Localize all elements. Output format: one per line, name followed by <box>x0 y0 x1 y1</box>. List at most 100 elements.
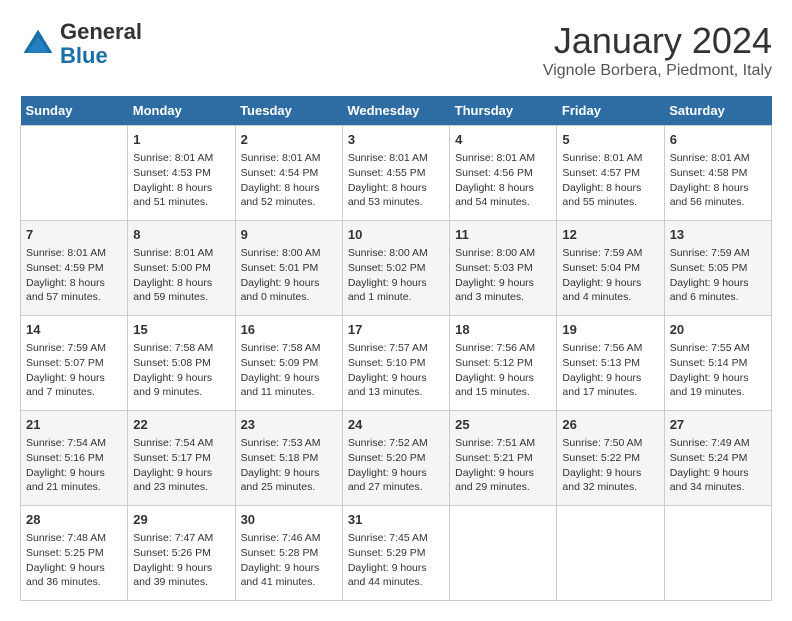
day-info: Sunrise: 7:54 AMSunset: 5:16 PMDaylight:… <box>26 436 122 495</box>
day-info: Sunrise: 7:51 AMSunset: 5:21 PMDaylight:… <box>455 436 551 495</box>
day-number: 19 <box>562 321 658 339</box>
calendar-cell: 25 Sunrise: 7:51 AMSunset: 5:21 PMDayligh… <box>450 411 557 506</box>
week-row-5: 28Sunrise: 7:48 AMSunset: 5:25 PMDayligh… <box>21 506 772 601</box>
day-number: 31 <box>348 511 444 529</box>
day-info: Sunrise: 7:49 AMSunset: 5:24 PMDaylight:… <box>670 436 766 495</box>
day-number: 18 <box>455 321 551 339</box>
calendar-cell: 9 Sunrise: 8:00 AMSunset: 5:01 PMDaylight… <box>235 221 342 316</box>
week-row-4: 21 Sunrise: 7:54 AMSunset: 5:16 PMDayligh… <box>21 411 772 506</box>
day-number: 25 <box>455 416 551 434</box>
day-info: Sunrise: 7:45 AMSunset: 5:29 PMDaylight:… <box>348 531 444 590</box>
col-header-monday: Monday <box>128 96 235 126</box>
calendar-cell: 7 Sunrise: 8:01 AMSunset: 4:59 PMDaylight… <box>21 221 128 316</box>
location: Vignole Borbera, Piedmont, Italy <box>543 62 772 80</box>
calendar-cell: 3 Sunrise: 8:01 AMSunset: 4:55 PMDaylight… <box>342 126 449 221</box>
calendar-cell: 6 Sunrise: 8:01 AMSunset: 4:58 PMDaylight… <box>664 126 771 221</box>
day-number: 9 <box>241 226 337 244</box>
calendar-cell: 10Sunrise: 8:00 AMSunset: 5:02 PMDayligh… <box>342 221 449 316</box>
day-number: 29 <box>133 511 229 529</box>
day-info: Sunrise: 7:57 AMSunset: 5:10 PMDaylight:… <box>348 341 444 400</box>
logo-general: General <box>60 19 142 44</box>
day-info: Sunrise: 7:55 AMSunset: 5:14 PMDaylight:… <box>670 341 766 400</box>
day-info: Sunrise: 7:59 AMSunset: 5:07 PMDaylight:… <box>26 341 122 400</box>
day-number: 30 <box>241 511 337 529</box>
day-info: Sunrise: 7:54 AMSunset: 5:17 PMDaylight:… <box>133 436 229 495</box>
day-info: Sunrise: 7:56 AMSunset: 5:12 PMDaylight:… <box>455 341 551 400</box>
day-info: Sunrise: 8:01 AMSunset: 4:57 PMDaylight:… <box>562 151 658 210</box>
col-header-thursday: Thursday <box>450 96 557 126</box>
logo-blue: Blue <box>60 43 108 68</box>
calendar-cell <box>557 506 664 601</box>
day-number: 20 <box>670 321 766 339</box>
calendar-cell: 19 Sunrise: 7:56 AMSunset: 5:13 PMDayligh… <box>557 316 664 411</box>
day-number: 13 <box>670 226 766 244</box>
calendar-cell: 1 Sunrise: 8:01 AMSunset: 4:53 PMDaylight… <box>128 126 235 221</box>
day-info: Sunrise: 8:01 AMSunset: 4:55 PMDaylight:… <box>348 151 444 210</box>
calendar-cell <box>21 126 128 221</box>
day-number: 6 <box>670 131 766 149</box>
day-info: Sunrise: 7:48 AMSunset: 5:25 PMDaylight:… <box>26 531 122 590</box>
month-title: January 2024 <box>543 20 772 62</box>
calendar-cell: 17 Sunrise: 7:57 AMSunset: 5:10 PMDayligh… <box>342 316 449 411</box>
calendar-cell: 31 Sunrise: 7:45 AMSunset: 5:29 PMDayligh… <box>342 506 449 601</box>
day-number: 26 <box>562 416 658 434</box>
day-number: 4 <box>455 131 551 149</box>
day-number: 16 <box>241 321 337 339</box>
day-info: Sunrise: 8:01 AMSunset: 4:59 PMDaylight:… <box>26 246 122 305</box>
calendar-cell <box>450 506 557 601</box>
day-info: Sunrise: 8:01 AMSunset: 4:53 PMDaylight:… <box>133 151 229 210</box>
title-block: January 2024 Vignole Borbera, Piedmont, … <box>543 20 772 80</box>
day-info: Sunrise: 7:53 AMSunset: 5:18 PMDaylight:… <box>241 436 337 495</box>
day-number: 11 <box>455 226 551 244</box>
day-info: Sunrise: 8:01 AMSunset: 4:56 PMDaylight:… <box>455 151 551 210</box>
calendar-cell: 13 Sunrise: 7:59 AMSunset: 5:05 PMDayligh… <box>664 221 771 316</box>
calendar-cell: 20 Sunrise: 7:55 AMSunset: 5:14 PMDayligh… <box>664 316 771 411</box>
calendar-cell: 26 Sunrise: 7:50 AMSunset: 5:22 PMDayligh… <box>557 411 664 506</box>
day-info: Sunrise: 7:59 AMSunset: 5:05 PMDaylight:… <box>670 246 766 305</box>
day-info: Sunrise: 7:52 AMSunset: 5:20 PMDaylight:… <box>348 436 444 495</box>
day-number: 21 <box>26 416 122 434</box>
calendar-cell: 29Sunrise: 7:47 AMSunset: 5:26 PMDayligh… <box>128 506 235 601</box>
day-number: 15 <box>133 321 229 339</box>
day-number: 27 <box>670 416 766 434</box>
col-header-friday: Friday <box>557 96 664 126</box>
calendar-cell: 14 Sunrise: 7:59 AMSunset: 5:07 PMDayligh… <box>21 316 128 411</box>
day-number: 24 <box>348 416 444 434</box>
day-info: Sunrise: 8:01 AMSunset: 4:54 PMDaylight:… <box>241 151 337 210</box>
calendar-cell: 8Sunrise: 8:01 AMSunset: 5:00 PMDaylight… <box>128 221 235 316</box>
calendar-cell: 4 Sunrise: 8:01 AMSunset: 4:56 PMDaylight… <box>450 126 557 221</box>
page-header: General Blue January 2024 Vignole Borber… <box>20 20 772 80</box>
calendar-cell: 21 Sunrise: 7:54 AMSunset: 5:16 PMDayligh… <box>21 411 128 506</box>
week-row-2: 7 Sunrise: 8:01 AMSunset: 4:59 PMDaylight… <box>21 221 772 316</box>
day-number: 3 <box>348 131 444 149</box>
calendar-cell: 23Sunrise: 7:53 AMSunset: 5:18 PMDayligh… <box>235 411 342 506</box>
day-number: 17 <box>348 321 444 339</box>
col-header-sunday: Sunday <box>21 96 128 126</box>
day-info: Sunrise: 7:58 AMSunset: 5:08 PMDaylight:… <box>133 341 229 400</box>
calendar-cell <box>664 506 771 601</box>
day-number: 22 <box>133 416 229 434</box>
day-number: 14 <box>26 321 122 339</box>
col-header-wednesday: Wednesday <box>342 96 449 126</box>
calendar-header: SundayMondayTuesdayWednesdayThursdayFrid… <box>21 96 772 126</box>
week-row-1: 1 Sunrise: 8:01 AMSunset: 4:53 PMDaylight… <box>21 126 772 221</box>
day-number: 7 <box>26 226 122 244</box>
calendar-cell: 16Sunrise: 7:58 AMSunset: 5:09 PMDayligh… <box>235 316 342 411</box>
day-info: Sunrise: 8:00 AMSunset: 5:02 PMDaylight:… <box>348 246 444 305</box>
day-info: Sunrise: 8:01 AMSunset: 4:58 PMDaylight:… <box>670 151 766 210</box>
calendar-cell: 28Sunrise: 7:48 AMSunset: 5:25 PMDayligh… <box>21 506 128 601</box>
calendar-cell: 24 Sunrise: 7:52 AMSunset: 5:20 PMDayligh… <box>342 411 449 506</box>
day-number: 5 <box>562 131 658 149</box>
day-number: 12 <box>562 226 658 244</box>
day-info: Sunrise: 8:00 AMSunset: 5:01 PMDaylight:… <box>241 246 337 305</box>
calendar-cell: 18 Sunrise: 7:56 AMSunset: 5:12 PMDayligh… <box>450 316 557 411</box>
calendar-cell: 2Sunrise: 8:01 AMSunset: 4:54 PMDaylight… <box>235 126 342 221</box>
day-info: Sunrise: 7:56 AMSunset: 5:13 PMDaylight:… <box>562 341 658 400</box>
day-info: Sunrise: 7:50 AMSunset: 5:22 PMDaylight:… <box>562 436 658 495</box>
calendar-cell: 11Sunrise: 8:00 AMSunset: 5:03 PMDayligh… <box>450 221 557 316</box>
day-info: Sunrise: 8:01 AMSunset: 5:00 PMDaylight:… <box>133 246 229 305</box>
calendar-cell: 15 Sunrise: 7:58 AMSunset: 5:08 PMDayligh… <box>128 316 235 411</box>
calendar-cell: 5 Sunrise: 8:01 AMSunset: 4:57 PMDaylight… <box>557 126 664 221</box>
day-number: 1 <box>133 131 229 149</box>
day-info: Sunrise: 7:59 AMSunset: 5:04 PMDaylight:… <box>562 246 658 305</box>
